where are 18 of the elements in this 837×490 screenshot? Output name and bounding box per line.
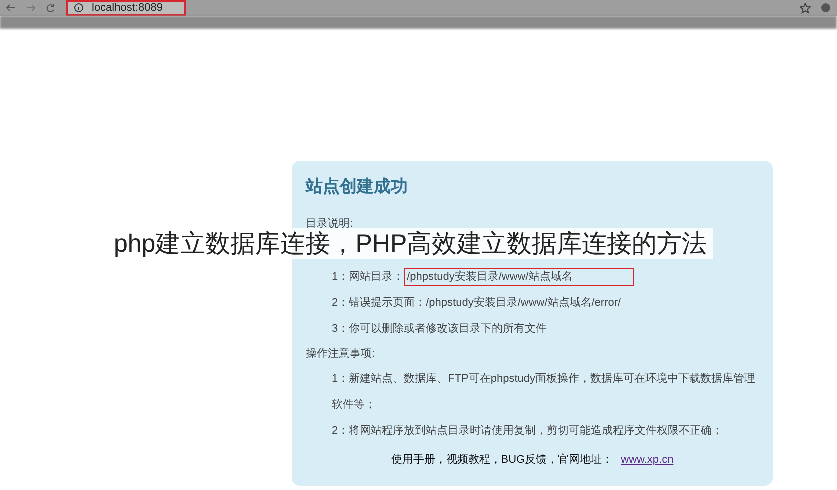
info-icon[interactable] xyxy=(74,3,84,13)
website-link[interactable]: www.xp.cn xyxy=(621,454,674,466)
note-text: 1：新建站点、数据库、FTP可在phpstudy面板操作，数据库可在环境中下载数据库管理软件等； xyxy=(332,372,757,413)
list-item-text: 1：网站目录： xyxy=(332,270,404,285)
reload-icon[interactable] xyxy=(46,3,56,13)
list-item-text: 3：你可以删除或者修改该目录下的所有文件 xyxy=(332,322,548,337)
section-heading: 目录说明: xyxy=(306,217,354,231)
address-bar[interactable]: localhost:8089 xyxy=(66,0,186,16)
profile-icon[interactable] xyxy=(821,3,831,13)
section-heading: 操作注意事项: xyxy=(306,346,376,362)
note-text: 2：将网站程序放到站点目录时请使用复制，剪切可能造成程序文件权限不正确； xyxy=(332,424,724,439)
footer-text: 使用手册，视频教程，BUG反馈，官网地址： xyxy=(391,454,614,466)
back-icon[interactable] xyxy=(6,3,16,13)
list-item-text: 2：错误提示页面：/phpstudy安装目录/www/站点域名/error/ xyxy=(332,296,622,311)
highlighted-path: /phpstudy安装目录/www/站点域名 xyxy=(404,268,634,286)
forward-icon[interactable] xyxy=(26,3,36,13)
card-title: 站点创建成功 xyxy=(306,176,409,198)
star-icon[interactable] xyxy=(800,2,811,14)
